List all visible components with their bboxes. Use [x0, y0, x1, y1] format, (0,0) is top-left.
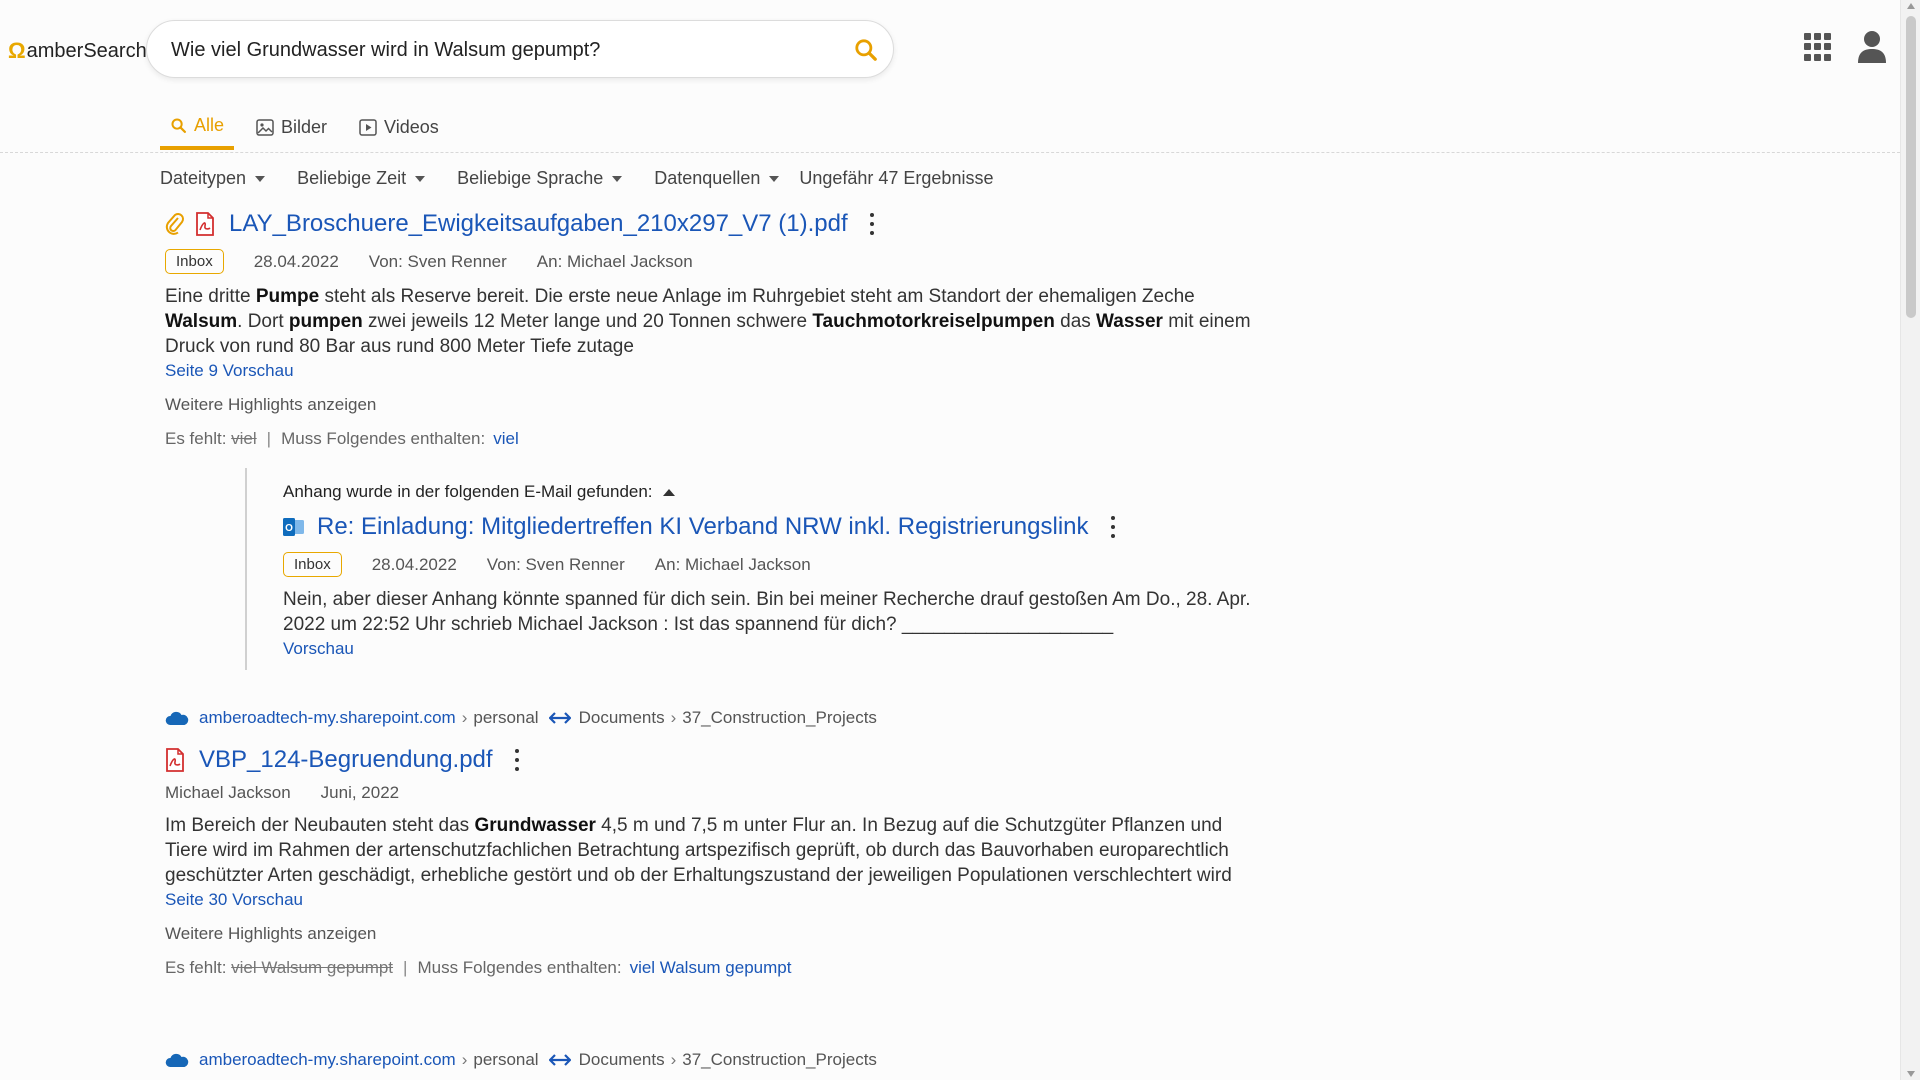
attachment-email-block: Anhang wurde in der folgenden E-Mail gef…	[245, 468, 1285, 670]
caret-up-icon	[662, 488, 675, 496]
filter-dateitypen[interactable]: Dateitypen	[160, 168, 266, 189]
search-icon[interactable]	[853, 37, 879, 63]
email-from: Von: Sven Renner	[486, 554, 625, 574]
result-from: Von: Sven Renner	[368, 251, 507, 271]
breadcrumb-path: personal	[473, 1050, 539, 1069]
result-count: Ungefähr 47 Ergebnisse	[799, 168, 994, 188]
result-date: 28.04.2022	[253, 251, 339, 271]
onedrive-cloud-icon	[165, 711, 189, 725]
result-to: An: Michael Jackson	[536, 251, 693, 271]
more-options-icon[interactable]	[514, 749, 521, 771]
search-input[interactable]	[171, 35, 831, 65]
search-result: VBP_124-Begruendung.pdf Michael Jackson …	[165, 743, 1265, 978]
page-preview-link[interactable]: Seite 30 Vorschau	[165, 890, 303, 910]
attachment-header[interactable]: Anhang wurde in der folgenden E-Mail gef…	[283, 482, 1285, 502]
missing-terms: Es fehlt: viel | Muss Folgendes enthalten:…	[165, 429, 519, 448]
breadcrumb-path: 37_Construction_Projects	[682, 1050, 877, 1069]
user-icon[interactable]	[1856, 30, 1888, 64]
sync-arrows-icon	[548, 1054, 571, 1066]
pdf-icon	[166, 748, 184, 772]
scroll-down-icon[interactable]	[1907, 1071, 1915, 1077]
result-snippet: Eine dritte Pumpe steht als Reserve bere…	[165, 286, 1251, 357]
result-title-link[interactable]: LAY_Broschuere_Ewigkeitsaufgaben_210x297…	[229, 210, 848, 238]
inbox-badge: Inbox	[165, 249, 224, 274]
email-title-link[interactable]: Re: Einladung: Mitgliedertreffen KI Verb…	[317, 513, 1089, 541]
missing-terms: Es fehlt: viel Walsum gepumpt | Muss Folge…	[165, 958, 792, 977]
breadcrumb-path: Documents	[578, 1050, 665, 1069]
caret-down-icon	[255, 175, 266, 182]
outlook-icon: O	[283, 518, 304, 536]
tab-label: Alle	[194, 114, 225, 135]
svg-text:O: O	[285, 523, 293, 534]
sync-arrows-icon	[548, 712, 571, 724]
email-snippet: Nein, aber dieser Anhang könnte spanned …	[283, 589, 1251, 635]
video-icon	[359, 118, 377, 136]
scroll-up-icon[interactable]	[1907, 3, 1915, 9]
header: Ω amberSearch	[0, 0, 1900, 100]
apps-grid-icon[interactable]	[1804, 33, 1832, 61]
breadcrumb-path: 37_Construction_Projects	[682, 708, 877, 727]
search-result: LAY_Broschuere_Ewigkeitsaufgaben_210x297…	[165, 207, 1265, 449]
caret-down-icon	[612, 175, 623, 182]
filter-bar: Dateitypen Beliebige Zeit Beliebige Spra…	[160, 168, 993, 189]
tab-label: Bilder	[281, 116, 328, 137]
breadcrumb-path: Documents	[578, 708, 665, 727]
inbox-badge: Inbox	[283, 552, 342, 577]
tab-alle[interactable]: Alle	[160, 104, 235, 150]
logo-text: amberSearch	[26, 39, 147, 62]
must-contain-link[interactable]: viel Walsum gepumpt	[630, 958, 792, 977]
email-to: An: Michael Jackson	[654, 554, 811, 574]
pdf-icon	[196, 212, 214, 236]
caret-down-icon	[769, 175, 780, 182]
must-contain-link[interactable]: viel	[493, 429, 519, 448]
filter-label: Dateitypen	[160, 168, 247, 188]
image-icon	[256, 118, 274, 136]
logo-mark: Ω	[8, 38, 26, 63]
page-preview-link[interactable]: Seite 9 Vorschau	[165, 361, 294, 381]
filter-label: Datenquellen	[654, 168, 761, 188]
scroll-thumb[interactable]	[1906, 16, 1916, 318]
more-highlights-link[interactable]: Weitere Highlights anzeigen	[165, 924, 1265, 944]
header-divider	[0, 152, 1900, 153]
tab-bilder[interactable]: Bilder	[246, 104, 337, 150]
result-date: Juni, 2022	[320, 783, 400, 802]
more-options-icon[interactable]	[869, 213, 876, 235]
source-host-link[interactable]: amberoadtech-my.sharepoint.com	[199, 708, 456, 728]
tab-label: Videos	[384, 116, 439, 137]
result-title-link[interactable]: VBP_124-Begruendung.pdf	[199, 746, 493, 774]
breadcrumb-path: personal	[473, 708, 539, 727]
filter-sprache[interactable]: Beliebige Sprache	[457, 168, 623, 189]
caret-down-icon	[415, 175, 426, 182]
result-snippet: Im Bereich der Neubauten steht das Grund…	[165, 815, 1232, 886]
amber-search-logo[interactable]: Ω amberSearch	[8, 38, 147, 64]
paperclip-icon	[165, 213, 184, 235]
onedrive-cloud-icon	[165, 1053, 189, 1067]
filter-zeit[interactable]: Beliebige Zeit	[297, 168, 426, 189]
filter-label: Beliebige Sprache	[457, 168, 604, 188]
search-box	[146, 20, 894, 78]
filter-label: Beliebige Zeit	[297, 168, 407, 188]
search-icon	[171, 117, 187, 133]
email-preview-link[interactable]: Vorschau	[283, 639, 354, 659]
page-scrollbar[interactable]	[1900, 0, 1920, 1080]
source-breadcrumb: amberoadtech-my.sharepoint.com › persona…	[165, 708, 877, 728]
email-date: 28.04.2022	[371, 554, 457, 574]
result-author: Michael Jackson	[165, 783, 291, 802]
source-host-link[interactable]: amberoadtech-my.sharepoint.com	[199, 1050, 456, 1070]
more-highlights-link[interactable]: Weitere Highlights anzeigen	[165, 395, 1265, 415]
more-options-icon[interactable]	[1110, 516, 1117, 538]
search-tabs: Alle Bilder Videos	[160, 104, 461, 150]
filter-datenquellen[interactable]: Datenquellen	[654, 168, 780, 189]
source-breadcrumb: amberoadtech-my.sharepoint.com › persona…	[165, 1050, 877, 1070]
tab-videos[interactable]: Videos	[349, 104, 449, 150]
